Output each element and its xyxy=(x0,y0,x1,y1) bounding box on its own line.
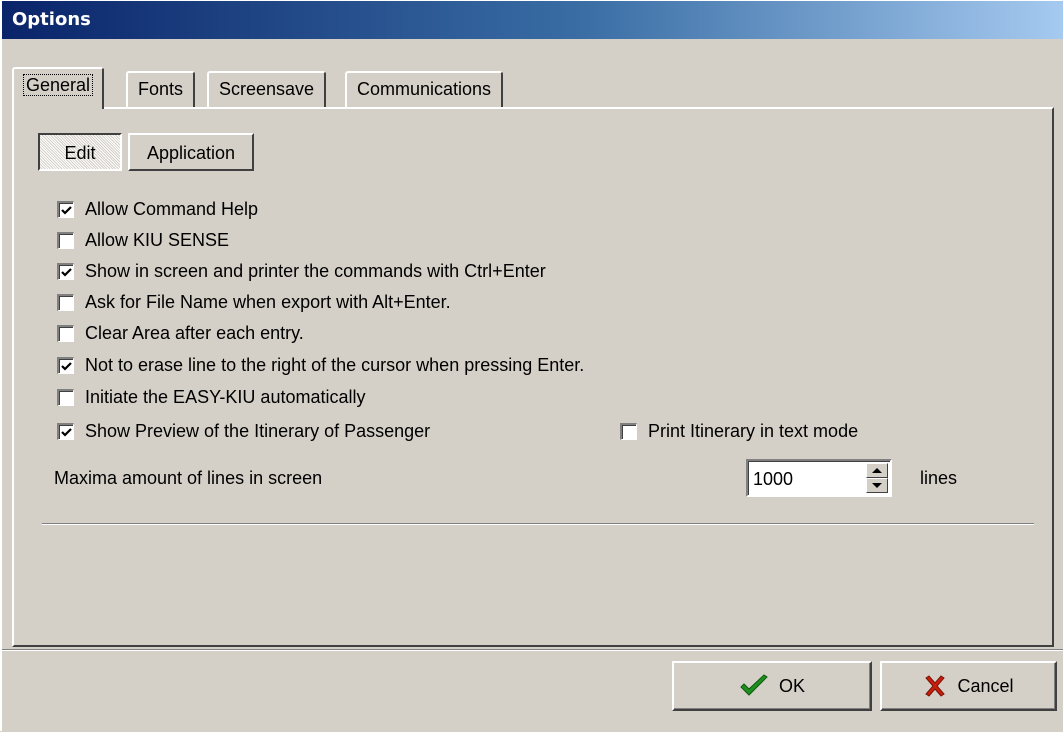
x-icon xyxy=(925,675,946,697)
arrow-up-icon xyxy=(872,468,882,473)
options-dialog: Options General Fonts Screensave Communi… xyxy=(0,0,1063,731)
max-lines-spinner[interactable]: 1000 xyxy=(746,459,892,497)
checkbox-box[interactable] xyxy=(57,356,74,374)
tab-screensave[interactable]: Screensave xyxy=(207,71,327,107)
checkbox-label: Allow KIU SENSE xyxy=(85,229,230,250)
max-lines-label: Maxima amount of lines in screen xyxy=(54,468,323,488)
checkbox-box[interactable] xyxy=(57,293,74,311)
subtab-application[interactable]: Application xyxy=(128,133,254,171)
arrow-down-icon xyxy=(872,483,882,488)
footer-divider xyxy=(2,649,1063,651)
checkbox-label: Allow Command Help xyxy=(85,198,259,219)
checkbox-box[interactable] xyxy=(57,388,74,406)
checkbox-ask-file-name[interactable]: Ask for File Name when export with Alt+E… xyxy=(57,290,451,314)
title-bar[interactable]: Options xyxy=(2,1,1063,39)
cancel-button-label: Cancel xyxy=(957,675,1014,696)
checkmark-icon xyxy=(61,427,72,437)
checkbox-not-erase-line[interactable]: Not to erase line to the right of the cu… xyxy=(57,353,584,377)
checkbox-box[interactable] xyxy=(57,200,74,218)
tab-panel-general xyxy=(12,107,1054,647)
ok-button-label: OK xyxy=(778,675,805,696)
tab-fonts-label: Fonts xyxy=(138,79,184,99)
panel-divider xyxy=(42,523,1034,525)
checkmark-icon xyxy=(740,674,768,696)
tab-general-label: General xyxy=(22,74,94,96)
tab-screensave-label: Screensave xyxy=(219,79,315,99)
checkbox-label: Ask for File Name when export with Alt+E… xyxy=(85,291,451,312)
spinner-buttons xyxy=(866,463,888,493)
subtab-application-label: Application xyxy=(146,143,236,163)
tab-communications[interactable]: Communications xyxy=(345,71,504,107)
checkbox-box[interactable] xyxy=(57,422,74,440)
tab-communications-label: Communications xyxy=(357,79,492,99)
subtab-edit[interactable]: Edit xyxy=(38,133,122,171)
checkbox-initiate-easy-kiu[interactable]: Initiate the EASY-KIU automatically xyxy=(57,385,365,409)
tab-fonts[interactable]: Fonts xyxy=(126,71,196,107)
checkbox-show-commands-ctrl-enter[interactable]: Show in screen and printer the commands … xyxy=(57,259,546,283)
checkmark-icon xyxy=(61,205,72,215)
max-lines-unit: lines xyxy=(920,468,958,488)
checkbox-label: Clear Area after each entry. xyxy=(85,322,304,343)
checkbox-box[interactable] xyxy=(57,231,74,249)
checkbox-box[interactable] xyxy=(620,422,637,440)
subtab-edit-label: Edit xyxy=(64,143,96,163)
spin-down-button[interactable] xyxy=(866,478,888,493)
checkbox-show-preview-itinerary[interactable]: Show Preview of the Itinerary of Passeng… xyxy=(57,419,430,443)
window-title: Options xyxy=(12,9,91,30)
checkbox-label: Not to erase line to the right of the cu… xyxy=(85,354,585,375)
checkbox-label: Show Preview of the Itinerary of Passeng… xyxy=(85,420,431,441)
checkbox-label: Show in screen and printer the commands … xyxy=(85,260,546,281)
checkmark-icon xyxy=(61,361,72,371)
tab-general[interactable]: General xyxy=(12,67,105,109)
checkbox-clear-area[interactable]: Clear Area after each entry. xyxy=(57,321,304,345)
checkbox-print-itinerary-text[interactable]: Print Itinerary in text mode xyxy=(620,419,858,443)
checkmark-icon xyxy=(61,267,72,277)
checkbox-allow-kiu-sense[interactable]: Allow KIU SENSE xyxy=(57,228,229,252)
checkbox-label: Initiate the EASY-KIU automatically xyxy=(85,386,366,407)
checkbox-box[interactable] xyxy=(57,324,74,342)
ok-button[interactable]: OK xyxy=(672,661,872,711)
checkbox-allow-command-help[interactable]: Allow Command Help xyxy=(57,197,258,221)
checkbox-label: Print Itinerary in text mode xyxy=(648,420,859,441)
cancel-button[interactable]: Cancel xyxy=(880,661,1057,711)
max-lines-value[interactable]: 1000 xyxy=(753,469,793,490)
checkbox-box[interactable] xyxy=(57,262,74,280)
spin-up-button[interactable] xyxy=(866,463,888,478)
